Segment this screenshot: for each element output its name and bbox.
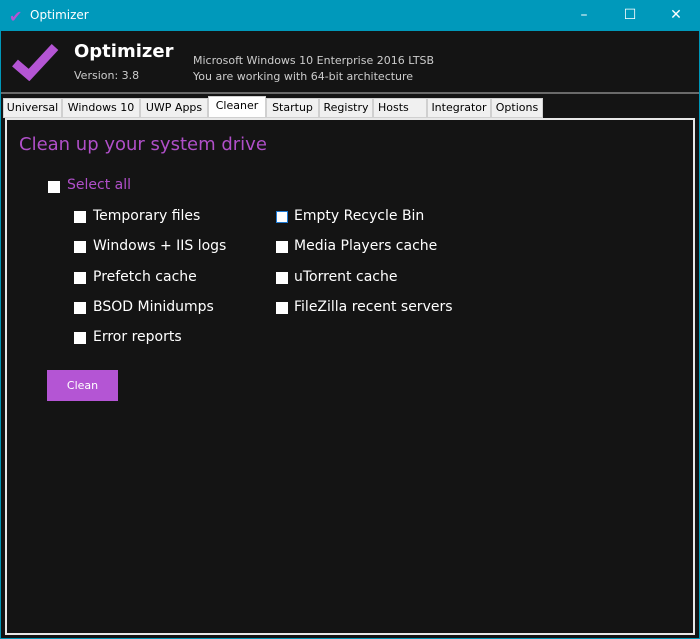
empty-recycle-bin-label[interactable]: Empty Recycle Bin	[294, 208, 424, 224]
tab-hosts[interactable]: Hosts	[373, 98, 427, 118]
version-label: Version: 3.8	[74, 69, 140, 82]
tab-universal[interactable]: Universal	[3, 98, 62, 118]
header: Optimizer Version: 3.8 Microsoft Windows…	[1, 31, 699, 94]
error-reports-label[interactable]: Error reports	[93, 329, 182, 345]
prefetch-cache-checkbox[interactable]	[74, 272, 86, 284]
tab-options[interactable]: Options	[491, 98, 543, 118]
window-title: Optimizer	[30, 8, 89, 22]
os-label: Microsoft Windows 10 Enterprise 2016 LTS…	[193, 54, 435, 67]
temporary-files-checkbox[interactable]	[74, 211, 86, 223]
select-all-checkbox[interactable]	[48, 181, 60, 193]
utorrent-cache-checkbox[interactable]	[276, 272, 288, 284]
main-window: Optimizer Version: 3.8 Microsoft Windows…	[1, 31, 699, 638]
filezilla-recent-servers-checkbox[interactable]	[276, 302, 288, 314]
media-players-cache-checkbox[interactable]	[276, 241, 288, 253]
page-title: Clean up your system drive	[19, 134, 267, 155]
utorrent-cache-label[interactable]: uTorrent cache	[294, 269, 397, 285]
bsod-minidumps-label[interactable]: BSOD Minidumps	[93, 299, 214, 315]
title-bar: ✔ Optimizer – ☐ ✕	[0, 0, 700, 31]
logo-check-icon	[12, 43, 59, 81]
windows-iis-logs-checkbox[interactable]	[74, 241, 86, 253]
tab-uwp-apps[interactable]: UWP Apps	[140, 98, 208, 118]
tab-startup[interactable]: Startup	[266, 98, 319, 118]
tab-cleaner[interactable]: Cleaner	[208, 96, 266, 118]
app-name: Optimizer	[74, 41, 174, 62]
maximize-button[interactable]: ☐	[607, 0, 653, 31]
prefetch-cache-label[interactable]: Prefetch cache	[93, 269, 197, 285]
app-check-icon: ✔	[9, 7, 23, 26]
filezilla-recent-servers-label[interactable]: FileZilla recent servers	[294, 299, 453, 315]
media-players-cache-label[interactable]: Media Players cache	[294, 238, 437, 254]
bsod-minidumps-checkbox[interactable]	[74, 302, 86, 314]
tab-registry[interactable]: Registry	[319, 98, 373, 118]
windows-iis-logs-label[interactable]: Windows + IIS logs	[93, 238, 226, 254]
select-all-label[interactable]: Select all	[67, 177, 131, 193]
close-button[interactable]: ✕	[653, 0, 699, 31]
clean-button[interactable]: Clean	[47, 370, 118, 401]
arch-label: You are working with 64-bit architecture	[193, 70, 414, 83]
tab-integrator[interactable]: Integrator	[427, 98, 491, 118]
cleaner-panel: Clean up your system drive Select all Te…	[5, 118, 695, 635]
tab-bar: Universal Windows 10 UWP Apps Cleaner St…	[1, 96, 699, 118]
temporary-files-label[interactable]: Temporary files	[93, 208, 200, 224]
os-info: Microsoft Windows 10 Enterprise 2016 LTS…	[193, 53, 434, 85]
error-reports-checkbox[interactable]	[74, 332, 86, 344]
tab-windows-10[interactable]: Windows 10	[62, 98, 140, 118]
minimize-button[interactable]: –	[561, 0, 607, 31]
empty-recycle-bin-checkbox[interactable]	[276, 211, 288, 223]
